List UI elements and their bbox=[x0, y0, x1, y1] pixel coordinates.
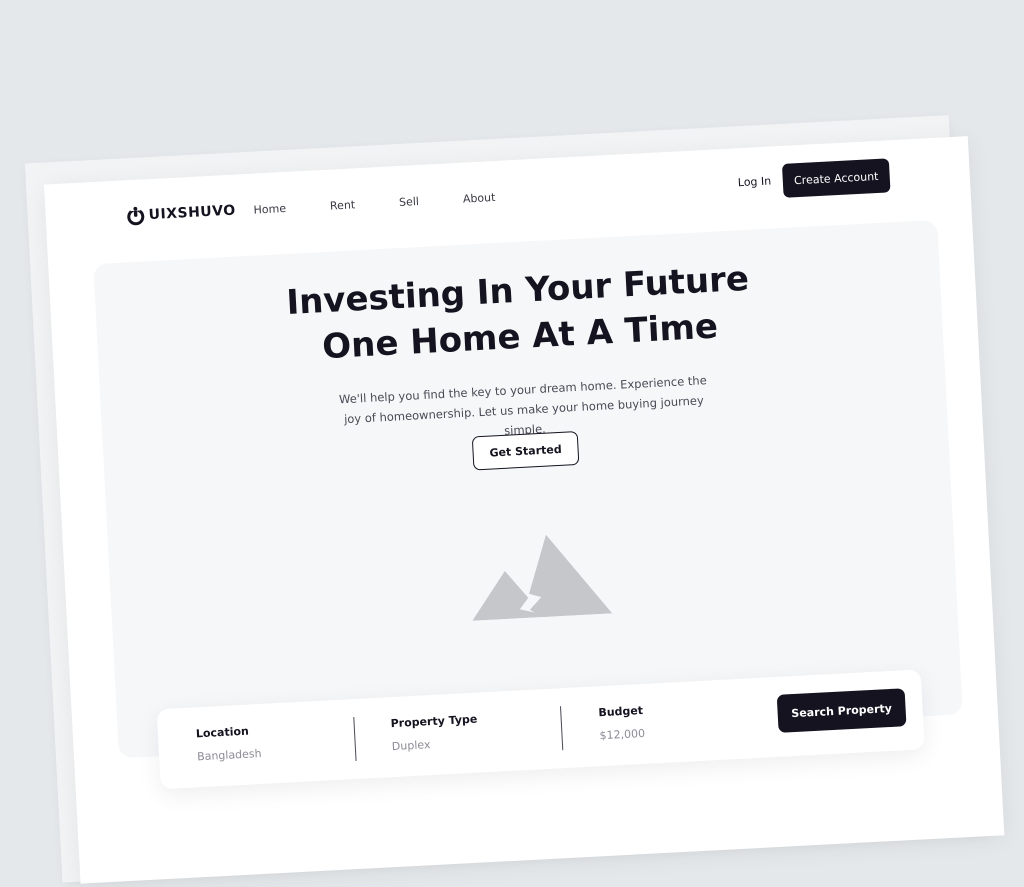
hero-title: Investing In Your Future One Home At A T… bbox=[95, 246, 944, 382]
budget-value: $12,000 bbox=[599, 726, 646, 743]
get-started-button[interactable]: Get Started bbox=[471, 430, 580, 471]
image-placeholder-icon bbox=[472, 534, 613, 621]
create-account-button[interactable]: Create Account bbox=[781, 158, 891, 198]
nav-link-home[interactable]: Home bbox=[253, 202, 286, 217]
brand-name: UIXSHUVO bbox=[148, 202, 237, 224]
search-property-button[interactable]: Search Property bbox=[776, 688, 907, 733]
nav-link-sell[interactable]: Sell bbox=[399, 195, 420, 209]
field-divider bbox=[559, 706, 564, 751]
brand-logo[interactable]: UIXSHUVO bbox=[125, 201, 236, 227]
property-type-value: Duplex bbox=[391, 738, 431, 754]
login-link[interactable]: Log In bbox=[737, 175, 771, 190]
budget-field[interactable]: Budget $12,000 bbox=[598, 704, 645, 742]
nav-links: Home Rent Sell About bbox=[253, 191, 495, 217]
property-type-field[interactable]: Property Type Duplex bbox=[390, 713, 479, 753]
location-field[interactable]: Location Bangladesh bbox=[195, 724, 262, 764]
landing-page: UIXSHUVO Home Rent Sell About Log In Cre… bbox=[43, 136, 1005, 884]
budget-label: Budget bbox=[598, 703, 644, 720]
nav-link-about[interactable]: About bbox=[463, 191, 496, 206]
location-label: Location bbox=[195, 724, 250, 741]
nav-link-rent[interactable]: Rent bbox=[330, 198, 356, 212]
logo-icon bbox=[127, 206, 145, 226]
location-value: Bangladesh bbox=[196, 746, 262, 764]
rotated-mockup: UIXSHUVO Home Rent Sell About Log In Cre… bbox=[0, 0, 1024, 884]
property-type-label: Property Type bbox=[390, 712, 478, 731]
field-divider bbox=[353, 717, 357, 762]
